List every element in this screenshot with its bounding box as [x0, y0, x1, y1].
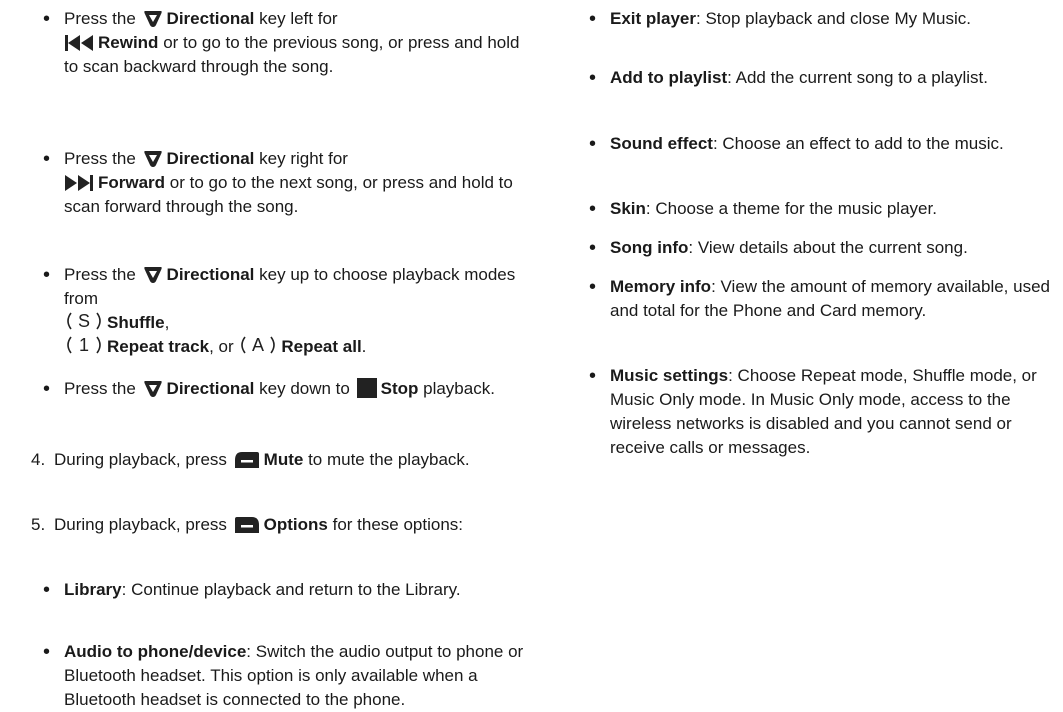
left-softkey-icon [234, 451, 260, 469]
list-item: Press the Directional key left for Rewin… [36, 7, 536, 79]
list-item: Add to playlist: Add the current song to… [582, 66, 1063, 90]
stop-label: Stop [380, 379, 419, 398]
repeat-all-icon: A [238, 335, 278, 355]
step-4: 4. During playback, press Mute to mute t… [31, 448, 544, 472]
options-label: Options [263, 515, 328, 534]
svg-text:A: A [252, 335, 264, 355]
directional-key-label: Directional [166, 379, 255, 398]
step-5: 5. During playback, press Options for th… [31, 513, 544, 537]
shuffle-mode-icon: S [64, 311, 104, 331]
step-number: 5. [31, 515, 46, 534]
directional-key-icon [143, 265, 163, 284]
forward-label: Forward [98, 173, 166, 192]
directional-key-label: Directional [166, 9, 255, 28]
directional-key-icon [143, 149, 163, 168]
stop-icon [356, 378, 377, 398]
list-item: Audio to phone/device: Switch the audio … [36, 640, 536, 712]
directional-key-label: Directional [166, 149, 255, 168]
right-softkey-icon [234, 516, 260, 534]
svg-text:S: S [78, 311, 90, 331]
svg-text:1: 1 [79, 335, 89, 355]
directional-key-label: Directional [166, 265, 255, 284]
list-item: Press the Directional key down to Stop p… [36, 377, 536, 401]
list-item: Memory info: View the amount of memory a… [582, 275, 1063, 323]
forward-icon [64, 174, 94, 192]
repeat-track-icon: 1 [64, 335, 104, 355]
list-item: Music settings: Choose Repeat mode, Shuf… [582, 364, 1063, 460]
list-item: Press the Directional key right for Forw… [36, 147, 536, 219]
mute-label: Mute [263, 450, 304, 469]
directional-key-icon [143, 9, 163, 28]
rewind-label: Rewind [98, 33, 159, 52]
repeat-track-label: Repeat track [107, 337, 210, 356]
list-item: Library: Continue playback and return to… [36, 578, 536, 602]
repeat-all-label: Repeat all [281, 337, 362, 356]
list-item: Sound effect: Choose an effect to add to… [582, 132, 1063, 156]
directional-key-icon [143, 379, 163, 398]
list-item: Song info: View details about the curren… [582, 236, 1063, 260]
shuffle-label: Shuffle [107, 313, 165, 332]
list-item: Press the Directional key up to choose p… [36, 263, 536, 359]
list-item: Exit player: Stop playback and close My … [582, 7, 1063, 31]
step-number: 4. [31, 450, 46, 469]
list-item: Skin: Choose a theme for the music playe… [582, 197, 1063, 221]
rewind-icon [64, 34, 94, 52]
